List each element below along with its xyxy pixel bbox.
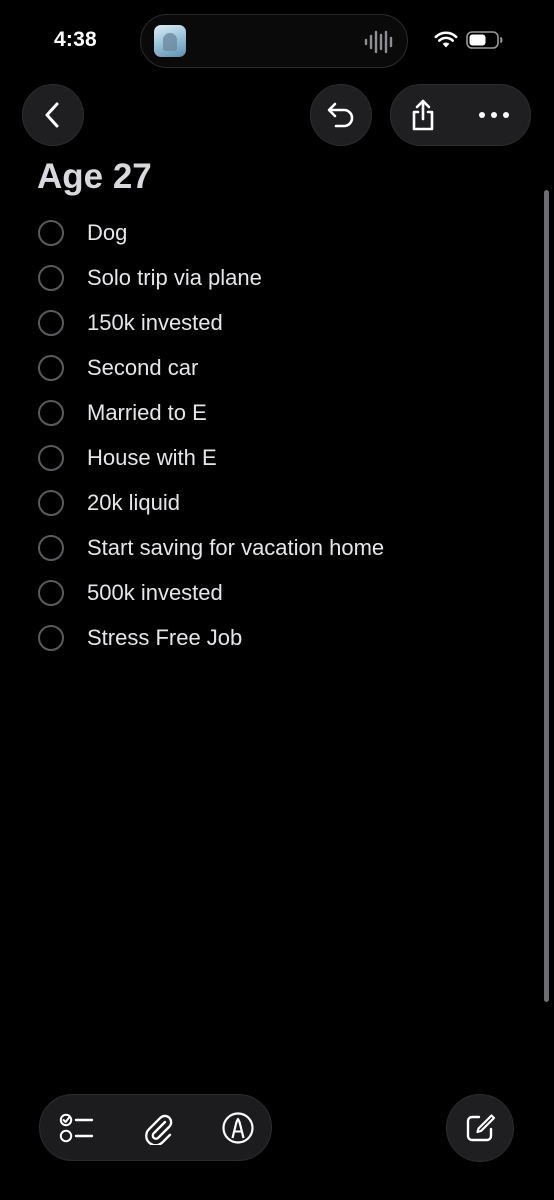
now-playing-thumbnail [154, 25, 186, 57]
checkbox[interactable] [38, 579, 64, 606]
checklist-item[interactable]: House with E [38, 435, 384, 480]
checklist-item-text[interactable]: 20k liquid [87, 490, 180, 516]
compose-button[interactable] [446, 1094, 514, 1162]
checklist-item-text[interactable]: Married to E [87, 400, 207, 426]
checklist-item[interactable]: Start saving for vacation home [38, 525, 384, 570]
checklist-item[interactable]: Dog [38, 210, 384, 255]
back-button[interactable] [22, 84, 84, 146]
audio-waveform-icon [364, 30, 393, 54]
checklist-icon [59, 1113, 94, 1143]
undo-button[interactable] [310, 84, 372, 146]
checklist-item-text[interactable]: Dog [87, 220, 127, 246]
checklist-item-text[interactable]: 500k invested [87, 580, 223, 606]
checkbox[interactable] [38, 444, 64, 471]
checklist-item[interactable]: Married to E [38, 390, 384, 435]
checkbox[interactable] [38, 489, 64, 516]
bottom-toolbar [39, 1094, 272, 1161]
checklist-item-text[interactable]: Start saving for vacation home [87, 535, 384, 561]
markup-pen-icon [222, 1112, 254, 1144]
checkbox[interactable] [38, 534, 64, 561]
checkbox[interactable] [38, 309, 64, 336]
checkbox[interactable] [38, 264, 64, 291]
dynamic-island[interactable] [140, 14, 408, 68]
checkbox[interactable] [38, 399, 64, 426]
checkbox[interactable] [38, 354, 64, 381]
checklist-item[interactable]: 500k invested [38, 570, 384, 615]
share-more-group [390, 84, 531, 146]
checklist-item-text[interactable]: House with E [87, 445, 217, 471]
checklist-item-text[interactable]: Stress Free Job [87, 625, 242, 651]
undo-icon [327, 102, 354, 128]
checkbox[interactable] [38, 624, 64, 651]
scroll-indicator[interactable] [544, 190, 549, 1002]
checkbox[interactable] [38, 219, 64, 246]
markup-button[interactable] [220, 1110, 256, 1146]
status-time: 4:38 [54, 28, 97, 51]
checklist-item[interactable]: 150k invested [38, 300, 384, 345]
checklist-item[interactable]: Second car [38, 345, 384, 390]
paperclip-icon [145, 1114, 173, 1145]
share-icon[interactable] [408, 98, 438, 132]
checklist-item-text[interactable]: Solo trip via plane [87, 265, 262, 291]
checklist-item[interactable]: Solo trip via plane [38, 255, 384, 300]
wifi-icon [434, 31, 458, 48]
note-title[interactable]: Age 27 [37, 157, 152, 197]
checklist-button[interactable] [59, 1110, 95, 1146]
chevron-left-icon [45, 102, 59, 128]
checklist-item-text[interactable]: Second car [87, 355, 198, 381]
checklist-item[interactable]: Stress Free Job [38, 615, 384, 660]
checklist: Dog Solo trip via plane 150k invested Se… [38, 210, 384, 660]
compose-icon [466, 1114, 496, 1142]
checklist-item[interactable]: 20k liquid [38, 480, 384, 525]
attach-button[interactable] [140, 1110, 176, 1146]
checklist-item-text[interactable]: 150k invested [87, 310, 223, 336]
battery-icon [466, 31, 503, 49]
ellipsis-icon[interactable] [478, 110, 510, 120]
